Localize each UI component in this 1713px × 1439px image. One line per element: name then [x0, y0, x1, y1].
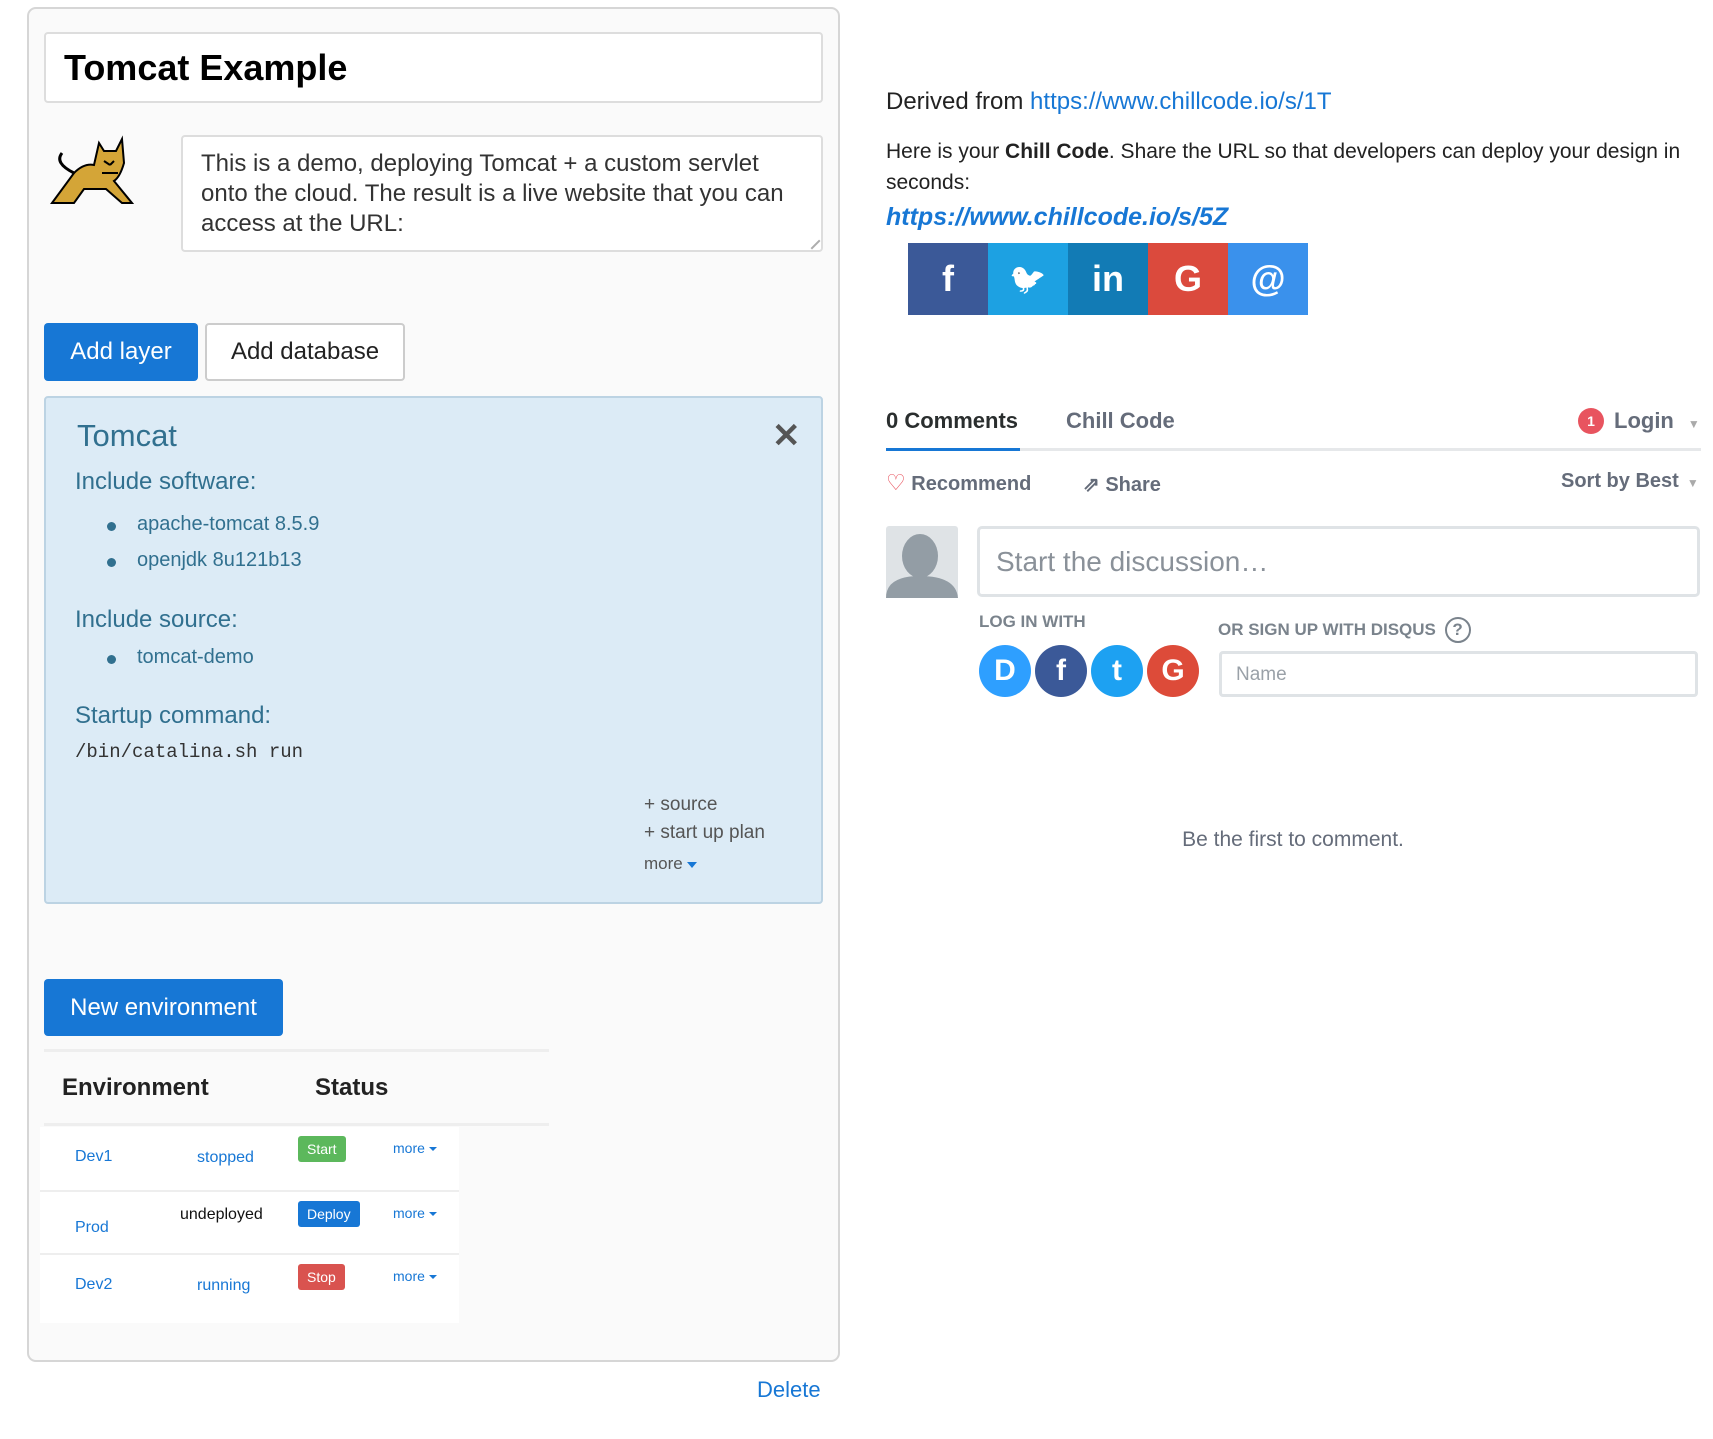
layer-name: Tomcat: [77, 418, 177, 453]
twitter-share-button[interactable]: 🐦: [988, 243, 1068, 315]
environment-more-dropdown[interactable]: more: [393, 1205, 437, 1221]
add-layer-button[interactable]: Add layer: [44, 323, 198, 381]
caret-down-icon: [428, 1147, 437, 1152]
recommend-label: Recommend: [911, 473, 1032, 495]
avatar-icon: [886, 526, 958, 598]
startup-command: /bin/catalina.sh run: [75, 741, 304, 763]
derived-label: Derived from: [886, 88, 1031, 115]
email-share-button[interactable]: @: [1228, 243, 1308, 315]
login-with-label: LOG IN WITH: [979, 612, 1086, 631]
project-description-textarea[interactable]: This is a demo, deploying Tomcat + a cus…: [181, 135, 823, 252]
facebook-share-button[interactable]: f: [908, 243, 988, 315]
more-label: more: [393, 1140, 425, 1156]
empty-comments-message: Be the first to comment.: [1182, 828, 1404, 851]
derived-url-link[interactable]: https://www.chillcode.io/s/1T: [1030, 88, 1331, 115]
help-icon[interactable]: ?: [1444, 617, 1471, 643]
software-label: Include software:: [75, 468, 257, 495]
table-row: Prod undeployed Deploy more: [40, 1190, 459, 1253]
more-label: more: [393, 1268, 425, 1284]
sort-label: Sort by Best: [1561, 470, 1679, 492]
environment-more-dropdown[interactable]: more: [393, 1268, 437, 1284]
linkedin-icon: in: [1092, 258, 1124, 299]
tab-comments[interactable]: 0 Comments: [886, 408, 1018, 434]
layer-card: Tomcat ✕ Include software: apache-tomcat…: [44, 396, 823, 904]
recommend-button[interactable]: ♡ Recommend: [886, 470, 1031, 496]
share-label: Share: [1105, 474, 1161, 496]
info-text: Here is your: [886, 140, 1006, 163]
project-title-input[interactable]: Tomcat Example: [44, 32, 823, 103]
environment-table: Dev1 stopped Start more Prod undeployed …: [40, 1127, 459, 1323]
column-header-environment: Environment: [62, 1074, 209, 1101]
tab-chill-code[interactable]: Chill Code: [1066, 408, 1175, 434]
environment-name-link[interactable]: Prod: [75, 1219, 109, 1237]
facebook-icon[interactable]: f: [1035, 645, 1087, 697]
share-icon: ⇗: [1083, 474, 1100, 496]
source-item: tomcat-demo: [137, 646, 254, 668]
linkedin-share-button[interactable]: in: [1068, 243, 1148, 315]
active-tab-indicator: [886, 448, 1020, 451]
name-input[interactable]: Name: [1219, 651, 1698, 697]
environment-name-link[interactable]: Dev2: [75, 1276, 112, 1294]
environment-status[interactable]: stopped: [197, 1149, 254, 1167]
environment-name-link[interactable]: Dev1: [75, 1148, 112, 1166]
column-header-status: Status: [315, 1074, 389, 1101]
bullet-icon: [107, 558, 116, 567]
signup-label: OR SIGN UP WITH DISQUS ?: [1218, 617, 1471, 643]
environment-status: undeployed: [180, 1206, 263, 1223]
divider: [44, 1123, 549, 1126]
email-icon: @: [1250, 258, 1286, 299]
environment-action-button[interactable]: Deploy: [298, 1201, 360, 1227]
info-bold: Chill Code: [1005, 140, 1109, 163]
share-info: Here is your Chill Code. Share the URL s…: [886, 136, 1696, 198]
divider: [44, 1049, 549, 1052]
table-row: Dev1 stopped Start more: [40, 1127, 459, 1190]
comment-input[interactable]: Start the discussion…: [977, 526, 1700, 597]
share-url-link[interactable]: https://www.chillcode.io/s/5Z: [886, 203, 1228, 232]
environment-more-dropdown[interactable]: more: [393, 1140, 437, 1156]
heart-icon: ♡: [886, 470, 906, 495]
caret-down-icon: ▼: [1687, 417, 1700, 431]
login-label: Login: [1614, 408, 1674, 433]
tomcat-logo: [50, 135, 135, 204]
facebook-icon: f: [942, 258, 954, 299]
environment-status[interactable]: running: [197, 1277, 250, 1295]
close-icon[interactable]: ✕: [772, 416, 801, 456]
share-button[interactable]: ⇗ Share: [1083, 472, 1161, 497]
bullet-icon: [107, 522, 116, 531]
delete-link[interactable]: Delete: [757, 1377, 821, 1403]
google-icon[interactable]: G: [1147, 645, 1199, 697]
notification-badge: 1: [1578, 408, 1604, 434]
startup-label: Startup command:: [75, 702, 272, 729]
layer-more-dropdown[interactable]: more: [644, 854, 697, 874]
caret-down-icon: [686, 861, 697, 868]
signup-text: OR SIGN UP WITH DISQUS: [1218, 620, 1436, 639]
description-text: This is a demo, deploying Tomcat + a cus…: [201, 150, 784, 237]
add-source-link[interactable]: + source: [644, 794, 717, 816]
twitter-icon[interactable]: t: [1091, 645, 1143, 697]
source-label: Include source:: [75, 606, 238, 633]
resize-handle-icon[interactable]: [803, 232, 821, 250]
disqus-icon[interactable]: D: [979, 645, 1031, 697]
bullet-icon: [107, 655, 116, 664]
more-label: more: [393, 1205, 425, 1221]
table-row: Dev2 running Stop more: [40, 1253, 459, 1316]
environment-action-button[interactable]: Start: [298, 1136, 346, 1162]
google-icon: G: [1173, 258, 1202, 299]
twitter-icon: 🐦: [1009, 262, 1047, 296]
software-item: apache-tomcat 8.5.9: [137, 513, 320, 535]
software-item: openjdk 8u121b13: [137, 549, 302, 571]
new-environment-button[interactable]: New environment: [44, 979, 283, 1036]
derived-from: Derived from https://www.chillcode.io/s/…: [886, 88, 1332, 116]
login-dropdown[interactable]: Login ▼: [1614, 408, 1700, 434]
sort-dropdown[interactable]: Sort by Best ▼: [1561, 470, 1699, 493]
caret-down-icon: [428, 1212, 437, 1217]
add-startup-plan-link[interactable]: + start up plan: [644, 822, 765, 844]
add-database-button[interactable]: Add database: [205, 323, 405, 381]
more-label: more: [644, 854, 683, 873]
caret-down-icon: ▼: [1686, 476, 1699, 490]
environment-action-button[interactable]: Stop: [298, 1264, 345, 1290]
caret-down-icon: [428, 1275, 437, 1280]
google-share-button[interactable]: G: [1148, 243, 1228, 315]
